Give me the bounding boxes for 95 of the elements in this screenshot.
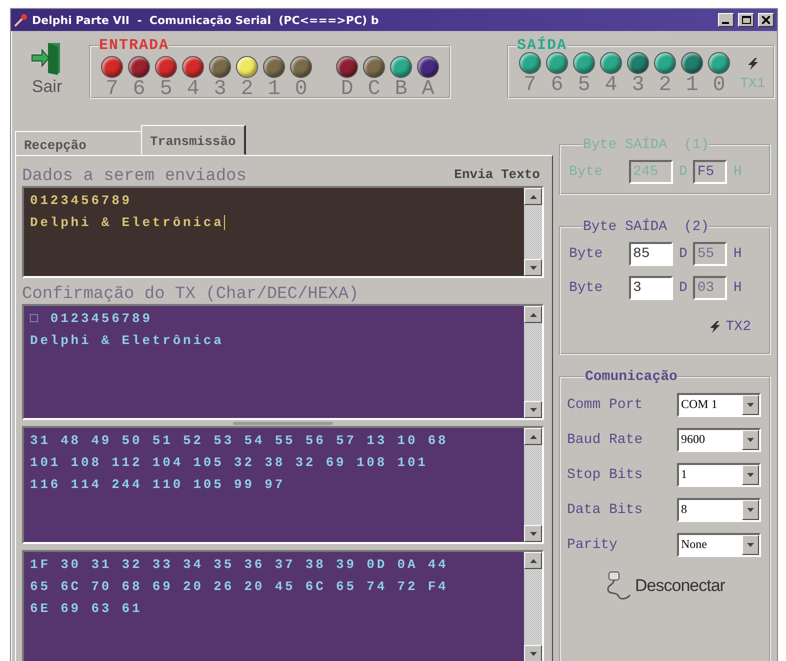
tx-label: TX2 xyxy=(726,319,751,335)
bit-label: A xyxy=(422,78,434,102)
field-label: Confirmação do TX (Char/DEC/HEXA) xyxy=(22,285,359,304)
scrollbar[interactable] xyxy=(524,428,542,542)
text-area[interactable]: 0123456789 Delphi & Eletrônica xyxy=(22,186,544,278)
caret-up-icon xyxy=(530,434,536,438)
decimal-field[interactable]: 85 xyxy=(629,242,673,266)
caret-down-icon xyxy=(530,652,536,656)
bit-label: 5 xyxy=(160,78,172,102)
text-area[interactable]: 31 48 49 50 51 52 53 54 55 56 57 13 10 68 101 108 112 104 105 32 38 32 69 108 101 116 114 244 110 105 99 97 xyxy=(22,426,544,544)
unit-label: D xyxy=(679,280,688,296)
send-text-button[interactable]: Envia Texto xyxy=(450,167,544,186)
bit-label: B xyxy=(394,78,408,102)
unit-label: H xyxy=(733,246,742,262)
field-label: Byte xyxy=(569,280,604,296)
bit-label: 5 xyxy=(578,74,590,98)
field-label: Dados a serem enviados xyxy=(22,167,246,186)
tx-label: TX1 xyxy=(740,76,766,92)
bit-label: 2 xyxy=(658,74,672,98)
scrollbar[interactable] xyxy=(524,552,542,661)
group-title: Byte SAÍDA (2) xyxy=(583,219,710,235)
caret-down-icon xyxy=(747,402,754,406)
bit-label: 6 xyxy=(132,78,146,102)
text-area[interactable]: □ 0123456789 Delphi & Eletrônica xyxy=(22,304,544,420)
app-icon xyxy=(14,13,28,27)
bit-label: 0 xyxy=(294,78,308,102)
dropdown[interactable]: 9600 xyxy=(677,428,761,452)
disconnect-button[interactable]: Desconectar xyxy=(599,570,731,602)
maximize-button[interactable] xyxy=(738,13,754,27)
bit-label: 7 xyxy=(524,74,536,98)
scroll-up-button[interactable] xyxy=(524,306,542,323)
caret-down-icon xyxy=(747,508,754,512)
close-icon xyxy=(762,16,770,24)
caret-down-icon xyxy=(530,266,536,270)
bit-label: D xyxy=(340,78,354,102)
scroll-down-button[interactable] xyxy=(524,645,542,661)
minimize-button[interactable] xyxy=(718,13,734,27)
cable-icon xyxy=(605,571,632,601)
exit-button[interactable]: Sair xyxy=(21,37,73,109)
maximize-icon xyxy=(742,16,750,24)
bit-label: 1 xyxy=(268,78,280,102)
bit-label: 6 xyxy=(550,74,564,98)
bit-label: 3 xyxy=(214,78,226,102)
bit-label: 4 xyxy=(604,74,618,98)
close-button[interactable] xyxy=(758,13,774,27)
bit-label: 7 xyxy=(106,78,118,102)
scrollbar[interactable] xyxy=(524,306,542,418)
unit-label: H xyxy=(733,280,742,296)
caret-up-icon xyxy=(530,312,536,316)
window-title: Delphi Parte VII - Comunicação Serial (PC<===>PC) b xyxy=(32,14,380,26)
group-title: Comunicação xyxy=(585,369,678,385)
scroll-up-button[interactable] xyxy=(524,428,542,445)
group-title: Byte SAÍDA (1) xyxy=(583,137,710,153)
caret-up-icon xyxy=(530,558,536,562)
bolt-icon xyxy=(746,58,760,70)
bit-label: 4 xyxy=(186,78,200,102)
bit-label: C xyxy=(368,78,380,102)
text-area[interactable]: 1F 30 31 32 33 34 35 36 37 38 39 0D 0A 44 65 6C 70 68 69 20 26 20 45 6C 65 74 72 F4 6E 69 63 61 xyxy=(22,550,544,661)
bit-label: 3 xyxy=(632,74,644,98)
scroll-down-button[interactable] xyxy=(524,259,542,276)
caret-down-icon xyxy=(747,472,754,476)
decimal-field[interactable]: 3 xyxy=(629,276,673,300)
bolt-icon xyxy=(708,321,722,333)
dropdown[interactable]: COM 1 xyxy=(677,392,761,416)
dropdown[interactable]: 1 xyxy=(677,462,761,486)
scroll-up-button[interactable] xyxy=(524,188,542,205)
unit-label: D xyxy=(679,246,688,262)
field-label: Baud Rate xyxy=(567,432,644,448)
tab[interactable]: Recepção xyxy=(15,131,143,155)
group-title: SAÍDA xyxy=(517,37,568,54)
field-label: Comm Port xyxy=(567,396,644,412)
caret-down-icon xyxy=(747,542,754,546)
scroll-down-button[interactable] xyxy=(524,525,542,542)
dropdown[interactable]: 8 xyxy=(677,498,761,522)
caret-up-icon xyxy=(530,194,536,198)
unit-label: D xyxy=(679,164,688,180)
caret-down-icon xyxy=(530,532,536,536)
field-label: Parity xyxy=(567,536,618,552)
field-label: Data Bits xyxy=(567,502,644,518)
splitter-grip[interactable] xyxy=(233,422,333,424)
bit-label: 0 xyxy=(712,74,726,98)
caret-down-icon xyxy=(747,438,754,442)
unit-label: H xyxy=(733,164,742,180)
caret-down-icon xyxy=(530,408,536,412)
field-label: Byte xyxy=(569,246,604,262)
field-label: Stop Bits xyxy=(567,466,644,482)
bit-label: 1 xyxy=(686,74,698,98)
scroll-up-button[interactable] xyxy=(524,552,542,569)
bit-label: 2 xyxy=(240,78,254,102)
dropdown[interactable]: None xyxy=(677,532,761,556)
scroll-down-button[interactable] xyxy=(524,401,542,418)
tab[interactable]: Transmissão xyxy=(141,125,246,155)
field-label: Byte xyxy=(569,164,604,180)
scrollbar[interactable] xyxy=(524,188,542,276)
group-title: ENTRADA xyxy=(99,37,170,54)
